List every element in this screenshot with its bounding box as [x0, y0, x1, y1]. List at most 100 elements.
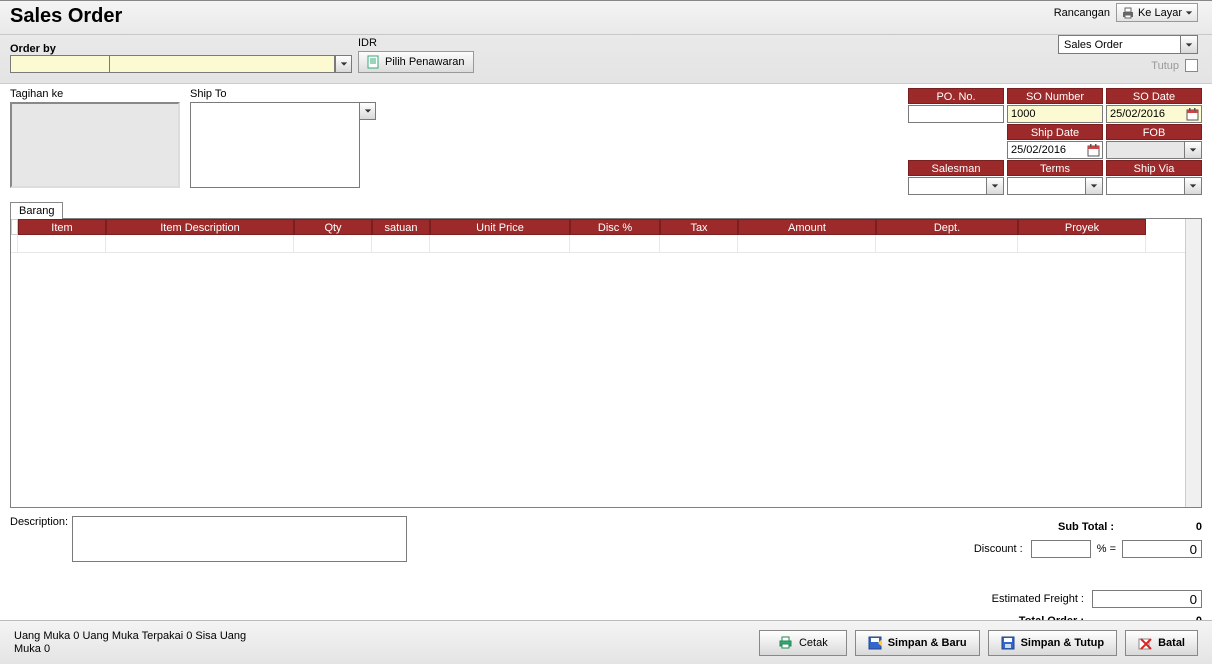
save-new-icon	[868, 636, 882, 650]
ship-date-input[interactable]: 25/02/2016	[1007, 141, 1103, 159]
po-no-header: PO. No.	[908, 88, 1004, 104]
pilih-penawaran-button[interactable]: Pilih Penawaran	[358, 51, 474, 73]
grid-scrollbar[interactable]	[1185, 219, 1201, 507]
batal-label: Batal	[1158, 637, 1185, 649]
so-date-calendar-icon[interactable]	[1185, 107, 1200, 122]
col-item-description[interactable]: Item Description	[106, 219, 294, 235]
status-text: Uang Muka 0 Uang Muka Terpakai 0 Sisa Ua…	[14, 630, 246, 656]
shipto-box[interactable]	[190, 102, 360, 188]
ship-date-calendar-icon[interactable]	[1086, 143, 1101, 158]
calendar-icon	[1087, 144, 1100, 157]
col-tax[interactable]: Tax	[660, 219, 738, 235]
ship-via-header: Ship Via	[1106, 160, 1202, 176]
col-amount[interactable]: Amount	[738, 219, 876, 235]
salesman-select[interactable]	[908, 177, 1004, 195]
so-number-header: SO Number	[1007, 88, 1103, 104]
terms-header: Terms	[1007, 160, 1103, 176]
fob-select[interactable]	[1106, 141, 1202, 159]
freight-input[interactable]	[1092, 590, 1202, 608]
items-grid: Item Item Description Qty satuan Unit Pr…	[10, 218, 1202, 508]
totals-area: Sub Total : 0 Discount : % = Estimated F…	[902, 516, 1202, 632]
po-no-input[interactable]	[908, 105, 1004, 123]
printer-icon	[1121, 7, 1135, 19]
header-row-2: Order by IDR Pilih Penawaran Sales Order…	[0, 35, 1212, 84]
main-body: Tagihan ke Ship To PO. No. SO Number SO …	[0, 84, 1212, 660]
document-icon	[367, 55, 380, 69]
tutup-checkbox[interactable]	[1185, 59, 1198, 72]
document-type-select[interactable]: Sales Order	[1058, 35, 1198, 54]
tab-barang[interactable]: Barang	[10, 202, 63, 219]
printer-icon	[778, 636, 793, 649]
chevron-down-icon	[1189, 146, 1197, 154]
chevron-down-icon	[1185, 41, 1193, 49]
terms-arrow[interactable]	[1085, 178, 1102, 194]
col-unit-price[interactable]: Unit Price	[430, 219, 570, 235]
chevron-down-icon	[991, 182, 999, 190]
ke-layar-button[interactable]: Ke Layar	[1116, 3, 1198, 22]
fob-arrow[interactable]	[1184, 142, 1201, 158]
header-fields-grid: PO. No. SO Number SO Date 1000 25/02/201…	[908, 88, 1202, 195]
order-by-dropdown-arrow[interactable]	[335, 55, 352, 73]
percent-equals-label: % =	[1091, 543, 1122, 555]
row-selector-header	[11, 219, 18, 235]
so-number-input[interactable]: 1000	[1007, 105, 1103, 123]
document-type-value: Sales Order	[1059, 39, 1180, 51]
order-by-combo[interactable]	[110, 55, 352, 73]
batal-button[interactable]: Batal	[1125, 630, 1198, 656]
freight-label: Estimated Freight :	[902, 593, 1092, 605]
title-bar: Sales Order Rancangan Ke Layar	[0, 0, 1212, 35]
discount-percent-input[interactable]	[1031, 540, 1091, 558]
sub-total-label: Sub Total :	[902, 521, 1122, 533]
salesman-header: Salesman	[908, 160, 1004, 176]
so-date-header: SO Date	[1106, 88, 1202, 104]
tagihan-label: Tagihan ke	[10, 88, 180, 100]
chevron-down-icon	[1189, 182, 1197, 190]
ship-via-select[interactable]	[1106, 177, 1202, 195]
page-title: Sales Order	[10, 5, 1202, 28]
fob-header: FOB	[1106, 124, 1202, 140]
table-row[interactable]	[11, 235, 1201, 253]
col-dept[interactable]: Dept.	[876, 219, 1018, 235]
document-type-arrow[interactable]	[1180, 36, 1197, 53]
chevron-down-icon	[340, 60, 348, 68]
shipto-dropdown-arrow[interactable]	[359, 102, 376, 120]
grid-header-row: Item Item Description Qty satuan Unit Pr…	[11, 219, 1201, 235]
col-disc[interactable]: Disc %	[570, 219, 660, 235]
salesman-arrow[interactable]	[986, 178, 1003, 194]
tagihan-box	[10, 102, 180, 188]
order-by-name-input[interactable]	[110, 55, 335, 73]
calendar-icon	[1186, 108, 1199, 121]
footer-bar: Uang Muka 0 Uang Muka Terpakai 0 Sisa Ua…	[0, 620, 1212, 664]
simpan-tutup-button[interactable]: Simpan & Tutup	[988, 630, 1118, 656]
chevron-down-icon	[1090, 182, 1098, 190]
pilih-penawaran-label: Pilih Penawaran	[385, 56, 465, 68]
rancangan-label: Rancangan	[1054, 7, 1110, 19]
shipto-label: Ship To	[190, 88, 360, 100]
col-qty[interactable]: Qty	[294, 219, 372, 235]
simpan-baru-button[interactable]: Simpan & Baru	[855, 630, 980, 656]
simpan-baru-label: Simpan & Baru	[888, 637, 967, 649]
discount-label: Discount :	[902, 543, 1031, 555]
cetak-button[interactable]: Cetak	[759, 630, 847, 656]
so-date-input[interactable]: 25/02/2016	[1106, 105, 1202, 123]
ke-layar-label: Ke Layar	[1138, 7, 1182, 19]
discount-amount-input[interactable]	[1122, 540, 1202, 558]
col-item[interactable]: Item	[18, 219, 106, 235]
tutup-label: Tutup	[1151, 60, 1179, 72]
simpan-tutup-label: Simpan & Tutup	[1021, 637, 1105, 649]
order-by-code-input[interactable]	[10, 55, 110, 73]
col-proyek[interactable]: Proyek	[1018, 219, 1146, 235]
cetak-label: Cetak	[799, 637, 828, 649]
sub-total-value: 0	[1122, 521, 1202, 533]
order-by-label: Order by	[10, 43, 352, 55]
currency-label: IDR	[358, 37, 474, 51]
ship-date-header: Ship Date	[1007, 124, 1103, 140]
col-satuan[interactable]: satuan	[372, 219, 430, 235]
description-textarea[interactable]	[72, 516, 407, 562]
chevron-down-icon	[364, 107, 372, 115]
terms-select[interactable]	[1007, 177, 1103, 195]
ship-via-arrow[interactable]	[1184, 178, 1201, 194]
cancel-icon	[1138, 636, 1152, 650]
save-icon	[1001, 636, 1015, 650]
chevron-down-icon	[1185, 9, 1193, 17]
